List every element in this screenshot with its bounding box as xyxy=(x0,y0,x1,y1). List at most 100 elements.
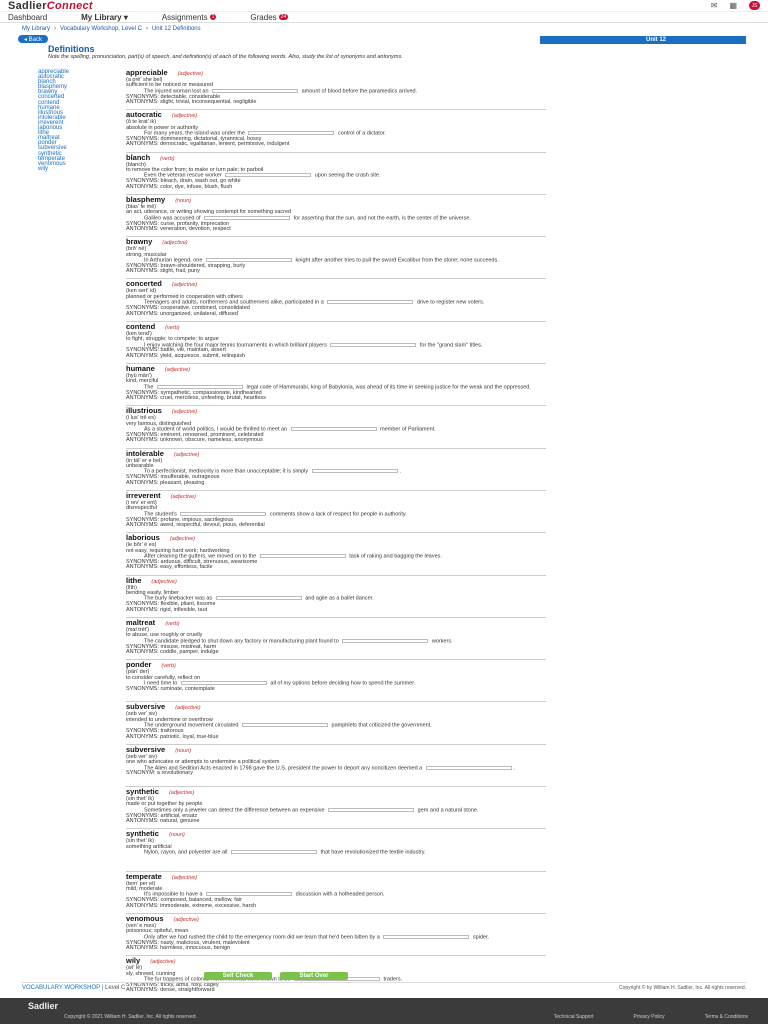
headword: concerted (adjective) xyxy=(126,279,198,289)
word-entry: ponder (verb) (pän' der) to consider care… xyxy=(126,660,546,703)
sidebar-word-link[interactable]: wily xyxy=(38,166,92,172)
headword: synthetic (noun) xyxy=(126,829,185,839)
example-sentence: Nylon, rayon, and polyester are all that… xyxy=(126,850,546,856)
answer-input[interactable] xyxy=(328,807,415,812)
example-text: for the "grand slam" titles. xyxy=(418,342,483,349)
breadcrumb-library[interactable]: My Library xyxy=(22,26,50,32)
answer-input[interactable] xyxy=(330,342,417,347)
headword: appreciable (adjective) xyxy=(126,68,204,77)
part-of-speech: (adjective) xyxy=(169,536,196,543)
answer-input[interactable] xyxy=(215,596,302,601)
antonyms: ANTONYMS: awed, respectful, devout, piou… xyxy=(126,522,265,529)
answer-input[interactable] xyxy=(242,723,328,728)
grades-badge: 24 xyxy=(278,14,289,21)
answer-input[interactable] xyxy=(204,215,291,220)
answer-input[interactable] xyxy=(225,173,312,178)
headword: ponder (verb) xyxy=(126,660,176,670)
back-button[interactable]: ◂ Back xyxy=(18,35,48,43)
nav-grades[interactable]: Grades 24 xyxy=(250,13,289,22)
antonyms: ANTONYMS: unorganized, unilateral, diffu… xyxy=(126,310,238,317)
breadcrumb-current: Unit 12 Definitions xyxy=(151,26,201,32)
part-of-speech: (adjective) xyxy=(170,493,196,500)
part-of-speech: (noun) xyxy=(168,832,185,839)
example-text: member of Parliament. xyxy=(378,426,436,433)
answer-input[interactable] xyxy=(383,934,470,939)
breadcrumb: My Library › Vocabulary Workshop, Level C… xyxy=(22,26,201,32)
answer-input[interactable] xyxy=(205,258,292,262)
headword: subversive (noun) xyxy=(126,744,192,754)
example-text: gem and a natural stone. xyxy=(416,807,479,814)
answer-input[interactable] xyxy=(342,638,429,643)
instructions: Note the spelling, pronunciation, part(s… xyxy=(48,54,403,60)
sadlier-connect-logo[interactable]: Sadlier Connect xyxy=(8,0,93,12)
example-text: and agile as a ballet dancer. xyxy=(303,595,374,602)
word-entry: concerted (adjective) (ken sert' id) plan… xyxy=(126,279,546,322)
answer-input[interactable] xyxy=(425,765,512,770)
example-text: spider. xyxy=(471,934,490,941)
word-entry: laborious (adjective) (le bôr' ē es) not … xyxy=(126,533,546,576)
synonyms: SYNONYM: a revolutionary xyxy=(126,770,193,777)
answer-input[interactable] xyxy=(231,850,317,855)
answer-input[interactable] xyxy=(259,554,346,559)
word-entry: humane (adjective) (hyü mān') kind, merci… xyxy=(126,364,546,407)
envelope-icon[interactable]: ✉ xyxy=(711,1,718,10)
breadcrumb-level[interactable]: Vocabulary Workshop, Level C xyxy=(60,26,142,32)
antonyms: ANTONYMS: yield, acquiesce, submit, reli… xyxy=(126,352,246,359)
word-entry: blanch (verb) (blanch) to remove the colo… xyxy=(126,153,546,195)
synonyms: SYNONYMS: ruminate, contemplate xyxy=(126,685,215,692)
word-entry: brawny (adjective) (brô' nē) strong, musc… xyxy=(126,237,546,280)
example-text: knight after another tries to pull the s… xyxy=(293,257,499,264)
privacy-policy-link[interactable]: Privacy Policy xyxy=(634,1014,665,1020)
answer-input[interactable] xyxy=(180,680,267,685)
part-of-speech: (verb) xyxy=(165,620,180,627)
part-of-speech: (noun) xyxy=(175,747,192,754)
antonyms: ANTONYMS: unknown, obscure, nameless, an… xyxy=(126,437,263,444)
nav-my-library[interactable]: My Library ▾ xyxy=(81,13,128,22)
part-of-speech: (verb) xyxy=(160,155,175,162)
word-entry: maltreat (verb) (mal trēt') to abuse, use… xyxy=(126,618,546,661)
part-of-speech: (adjective) xyxy=(150,959,176,966)
example-text: Nylon, rayon, and polyester are all xyxy=(144,849,229,856)
example-text: . xyxy=(513,765,516,772)
answer-input[interactable] xyxy=(157,384,244,389)
calendar-icon[interactable]: ▦ xyxy=(729,1,737,10)
answer-input[interactable] xyxy=(327,300,414,305)
example-text: that have revolutionized the textile ind… xyxy=(319,849,426,856)
word-entry: irreverent (adjective) (i rev' er ent) di… xyxy=(126,491,546,534)
headword: blanch (verb) xyxy=(126,152,175,162)
answer-input[interactable] xyxy=(206,892,293,897)
word-entry: temperate (adjective) (tem' per et) mild,… xyxy=(126,872,546,914)
answer-input[interactable] xyxy=(311,469,398,474)
answer-input[interactable] xyxy=(180,511,267,516)
nav-assignments[interactable]: Assignments 1 xyxy=(162,13,217,22)
start-over-button[interactable]: Start Over xyxy=(280,972,348,980)
terms-link[interactable]: Terms & Conditions xyxy=(705,1014,748,1020)
part-of-speech: (adjective) xyxy=(173,451,200,458)
answer-input[interactable] xyxy=(290,427,377,432)
example-text: control of a dictator. xyxy=(336,130,386,137)
part-of-speech: (adjective) xyxy=(171,409,198,416)
part-of-speech: (adjective) xyxy=(151,578,177,585)
example-text: workers. xyxy=(430,638,453,645)
self-check-button[interactable]: Self Check xyxy=(204,972,272,980)
nav-dashboard[interactable]: Dashboard xyxy=(8,13,47,22)
example-text: pamphlets that criticized the government… xyxy=(330,722,432,729)
antonyms: ANTONYMS: slight, frail, puny xyxy=(126,268,200,275)
headword: autocratic (adjective) xyxy=(126,110,198,120)
example-text: upon seeing the crash site. xyxy=(313,172,381,179)
avatar[interactable]: JS xyxy=(749,1,760,10)
answer-input[interactable] xyxy=(212,88,299,93)
headword: blasphemy (noun) xyxy=(126,194,192,204)
antonyms: ANTONYMS: veneration, devotion, respect xyxy=(126,225,231,232)
word-entry: venomous (adjective) (ven' e mes) poisono… xyxy=(126,914,546,957)
answer-input[interactable] xyxy=(248,131,335,136)
antonyms: ANTONYMS: color, dye, infuse, blush, flu… xyxy=(126,183,233,190)
unit-banner: Unit 12 xyxy=(540,36,746,44)
word-list-sidebar: appreciable autocratic blanch blasphemy braw… xyxy=(22,68,92,999)
technical-support-link[interactable]: Technical Support xyxy=(554,1014,594,1020)
example-text: legal code of Hammurabi, king of Babylon… xyxy=(245,384,531,391)
series-link[interactable]: VOCABULARY WORKSHOP xyxy=(22,985,100,991)
word-entry: synthetic (adjective) (sin thet' ik) made… xyxy=(126,787,546,830)
headword: lithe (adjective) xyxy=(126,575,177,585)
headword: wily (adjective) xyxy=(126,956,176,966)
